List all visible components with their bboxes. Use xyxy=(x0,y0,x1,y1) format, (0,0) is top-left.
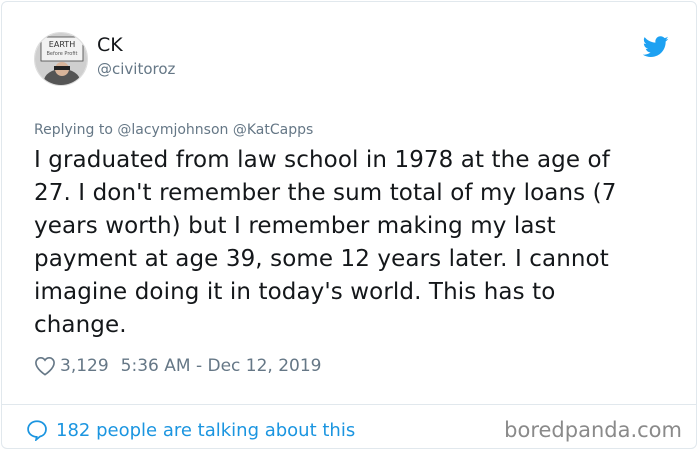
tweet-line: 27. I don't remember the sum total of my… xyxy=(34,180,617,206)
tweet-line: payment at age 39, some 12 years later. … xyxy=(34,246,609,272)
tweet-line: imagine doing it in today's world. This … xyxy=(34,279,556,305)
display-name[interactable]: CK xyxy=(97,34,123,56)
tweet-line: I graduated from law school in 1978 at t… xyxy=(34,147,610,173)
replying-to[interactable]: Replying to @lacymjohnson @KatCapps xyxy=(34,122,313,138)
talking-label[interactable]: 182 people are talking about this xyxy=(56,420,355,441)
tweet-line: change. xyxy=(34,312,127,338)
tweet-line: years worth) but I remember making my la… xyxy=(34,213,556,239)
user-handle[interactable]: @civitoroz xyxy=(97,60,175,78)
speech-bubble-icon xyxy=(27,420,47,441)
heart-icon[interactable] xyxy=(34,356,56,376)
twitter-bird-icon[interactable] xyxy=(643,36,669,58)
like-count[interactable]: 3,129 xyxy=(60,356,109,376)
conversation-link[interactable]: 182 people are talking about this xyxy=(26,417,355,443)
brand-watermark: boredpanda.com xyxy=(504,418,682,442)
tweet-card: EARTH Before Profit CK @civitoroz Replyi… xyxy=(1,1,697,449)
avatar[interactable]: EARTH Before Profit xyxy=(34,32,88,86)
tweet-meta: 3,129 5:36 AM - Dec 12, 2019 xyxy=(34,354,322,378)
avatar-image: EARTH Before Profit xyxy=(35,33,87,85)
timestamp[interactable]: 5:36 AM - Dec 12, 2019 xyxy=(121,356,322,376)
svg-text:Before Profit: Before Profit xyxy=(47,51,78,57)
divider xyxy=(2,404,696,405)
tweet-text: I graduated from law school in 1978 at t… xyxy=(34,144,674,342)
svg-text:EARTH: EARTH xyxy=(49,40,75,49)
